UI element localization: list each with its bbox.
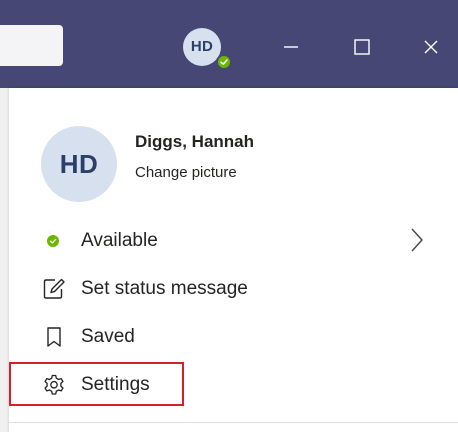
presence-available-icon [216,54,232,70]
saved-label: Saved [81,326,135,347]
menu-item-saved[interactable]: Saved [9,314,458,358]
menu-item-status[interactable]: Available [9,218,458,262]
maximize-icon [354,39,370,55]
user-name: Diggs, Hannah [135,132,255,151]
maximize-button[interactable] [345,30,379,64]
close-button[interactable] [414,30,448,64]
menu-item-set-status-message[interactable]: Set status message [9,266,458,310]
profile-avatar[interactable]: HD [41,126,117,202]
edit-message-icon [43,278,65,299]
status-label: Available [81,230,158,251]
close-icon [424,40,438,54]
minimize-icon [284,46,298,48]
bookmark-icon [47,327,61,347]
settings-highlight-box [9,362,184,406]
search-box[interactable] [0,25,63,66]
set-status-message-label: Set status message [81,278,248,299]
chevron-right-icon [411,228,423,252]
change-picture-link[interactable]: Change picture [135,164,237,181]
divider [9,422,458,423]
minimize-button[interactable] [274,30,308,64]
available-status-icon [47,235,59,247]
background-edge [2,122,5,136]
title-bar: HD [0,0,458,88]
